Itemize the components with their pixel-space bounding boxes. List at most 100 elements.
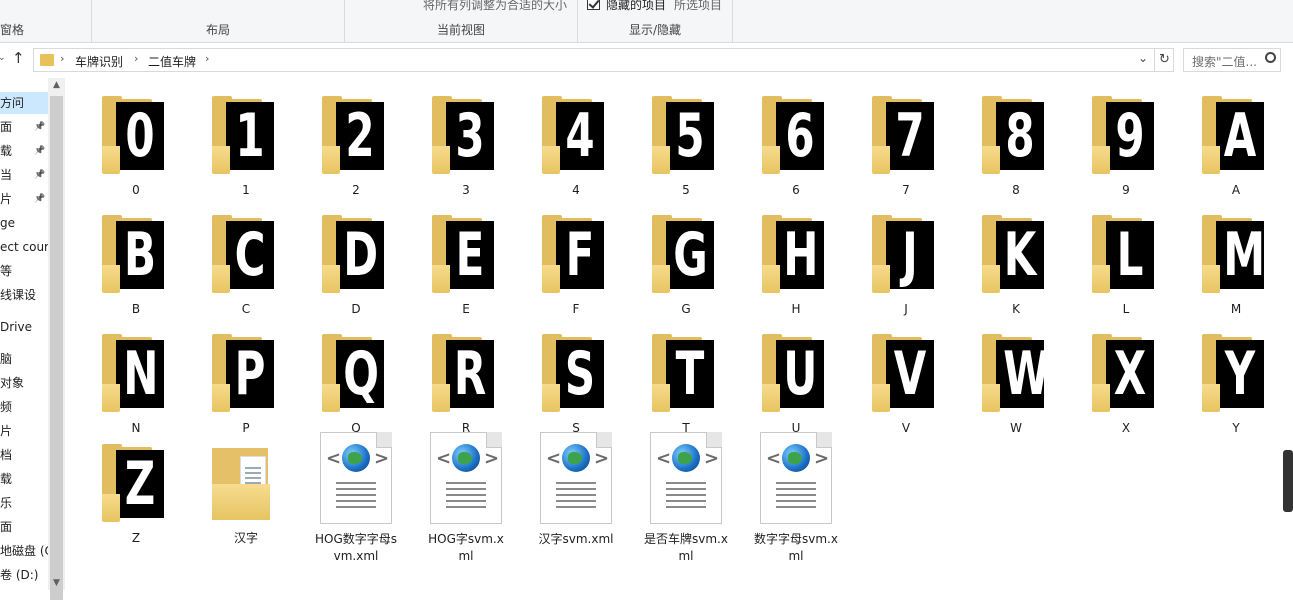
folder-item[interactable]: YY — [1186, 334, 1286, 444]
folder-item[interactable]: HH — [746, 215, 846, 325]
item-label: 5 — [682, 183, 690, 197]
sidebar-item-label: 乐 — [0, 496, 13, 510]
address-bar[interactable]: › 车牌识别 › 二值车牌 › ⌄ ↻ — [33, 48, 1174, 72]
sidebar-item-label: 频 — [0, 400, 13, 414]
folder-item[interactable]: EE — [416, 215, 516, 325]
sidebar-item[interactable]: 方问 — [0, 92, 48, 114]
folder-icon: X — [1090, 334, 1162, 414]
folder-item[interactable]: KK — [966, 215, 1066, 325]
item-label: D — [351, 302, 361, 316]
folder-item[interactable]: VV — [856, 334, 956, 444]
sidebar-item[interactable]: 乐 — [0, 492, 12, 514]
file-item[interactable]: < > 汉字svm.xml — [526, 432, 626, 574]
sidebar-item[interactable]: 面 — [0, 516, 12, 538]
up-arrow-icon[interactable]: ↑ — [12, 49, 25, 67]
resize-columns-button[interactable]: 将所有列调整为合适的大小 — [423, 0, 567, 13]
folder-item[interactable]: XX — [1076, 334, 1176, 444]
folder-item[interactable]: RR — [416, 334, 516, 444]
breadcrumb-item[interactable]: 二值车牌 — [148, 53, 196, 70]
folder-item[interactable]: PP — [196, 334, 296, 444]
folder-item[interactable]: 11 — [196, 96, 296, 206]
folder-item[interactable]: UU — [746, 334, 846, 444]
folder-item[interactable]: MM — [1186, 215, 1286, 325]
folder-item[interactable]: QQ — [306, 334, 406, 444]
folder-item[interactable]: 99 — [1076, 96, 1176, 206]
folder-item[interactable]: 22 — [306, 96, 406, 206]
sidebar-scrollbar[interactable]: ▲ ▼ — [48, 78, 65, 600]
refresh-icon[interactable]: ↻ — [1154, 49, 1174, 71]
sidebar-item[interactable]: 脑 — [0, 348, 12, 370]
folder-item[interactable]: SS — [526, 334, 626, 444]
scrollbar-thumb[interactable] — [50, 96, 63, 600]
address-dropdown-icon[interactable]: ⌄ — [1138, 51, 1148, 65]
sidebar-item[interactable]: ect cour — [0, 236, 48, 258]
hidden-items-checkbox[interactable] — [587, 0, 600, 10]
folder-item[interactable]: WW — [966, 334, 1066, 444]
sidebar-item-label: 载 — [0, 144, 13, 158]
pin-icon[interactable]: 📌 — [34, 164, 45, 186]
sidebar-item[interactable]: 档 — [0, 444, 12, 466]
pin-icon[interactable]: 📌 — [34, 116, 45, 138]
scroll-up-icon[interactable]: ▲ — [48, 80, 65, 90]
file-item[interactable]: < > 是否车牌svm.xml — [636, 432, 736, 574]
sidebar-item[interactable]: 等 — [0, 260, 12, 282]
folder-item[interactable]: AA — [1186, 96, 1286, 206]
selected-items-label[interactable]: 所选项目 — [674, 0, 722, 13]
side-handle[interactable] — [1283, 450, 1293, 512]
folder-item[interactable]: 55 — [636, 96, 736, 206]
sidebar-item[interactable]: ge — [0, 212, 15, 234]
sidebar-item-label: 方问 — [0, 96, 25, 110]
folder-icon: F — [540, 215, 612, 295]
folder-item[interactable]: 66 — [746, 96, 846, 206]
sidebar-item[interactable]: 载 — [0, 468, 12, 490]
sidebar-item[interactable]: 面 — [0, 116, 12, 138]
sidebar-item[interactable]: Drive — [0, 316, 32, 338]
folder-item[interactable]: BB — [86, 215, 186, 325]
folder-item[interactable]: 33 — [416, 96, 516, 206]
item-label: 3 — [462, 183, 470, 197]
item-label: HOG字svm.xml — [428, 532, 504, 563]
sidebar-item[interactable]: 卷 (D:) — [0, 564, 38, 586]
sidebar-item-label: 面 — [0, 520, 13, 534]
sidebar-item[interactable]: 片 — [0, 420, 12, 442]
folder-item[interactable]: 77 — [856, 96, 956, 206]
folder-icon: 8 — [980, 96, 1052, 176]
hidden-items-label[interactable]: 隐藏的项目 — [606, 0, 666, 13]
sidebar-item-label: 对象 — [0, 376, 25, 390]
folder-icon: Q — [320, 334, 392, 414]
search-input[interactable]: 搜索"二值... — [1183, 48, 1281, 72]
folder-item[interactable]: DD — [306, 215, 406, 325]
folder-item[interactable]: 88 — [966, 96, 1066, 206]
sidebar-item[interactable]: 地磁盘 (C: — [0, 540, 48, 562]
folder-item[interactable]: TT — [636, 334, 736, 444]
item-label: G — [681, 302, 691, 316]
pin-icon[interactable]: 📌 — [34, 140, 45, 162]
recent-locations-icon[interactable]: ⌄ — [0, 53, 6, 63]
pin-icon[interactable]: 📌 — [34, 188, 45, 210]
folder-item[interactable]: ZZ — [86, 444, 186, 554]
breadcrumb-item[interactable]: 车牌识别 — [75, 53, 123, 70]
item-label: 汉字svm.xml — [538, 532, 614, 546]
sidebar-item[interactable]: 频 — [0, 396, 12, 418]
sidebar-item[interactable]: 片 — [0, 188, 12, 210]
sidebar-item[interactable]: 线课设 — [0, 284, 36, 306]
folder-item[interactable]: NN — [86, 334, 186, 444]
sidebar-item[interactable]: 当 — [0, 164, 12, 186]
folder-item[interactable]: JJ — [856, 215, 956, 325]
sidebar-item[interactable]: 对象 — [0, 372, 24, 394]
folder-item[interactable]: 汉字 — [196, 444, 296, 554]
folder-item[interactable]: CC — [196, 215, 296, 325]
folder-item[interactable]: FF — [526, 215, 626, 325]
folder-icon: R — [430, 334, 502, 414]
sidebar-item-label: 当 — [0, 168, 13, 182]
sidebar-item[interactable]: 载 — [0, 140, 12, 162]
folder-item[interactable]: 00 — [86, 96, 186, 206]
file-item[interactable]: < > HOG数字字母svm.xml — [306, 432, 406, 574]
folder-item[interactable]: GG — [636, 215, 736, 325]
file-item[interactable]: < > HOG字svm.xml — [416, 432, 516, 574]
folder-item[interactable]: LL — [1076, 215, 1176, 325]
folder-icon: 3 — [430, 96, 502, 176]
folder-item[interactable]: 44 — [526, 96, 626, 206]
scroll-down-icon[interactable]: ▼ — [48, 578, 65, 588]
file-item[interactable]: < > 数字字母svm.xml — [746, 432, 846, 574]
